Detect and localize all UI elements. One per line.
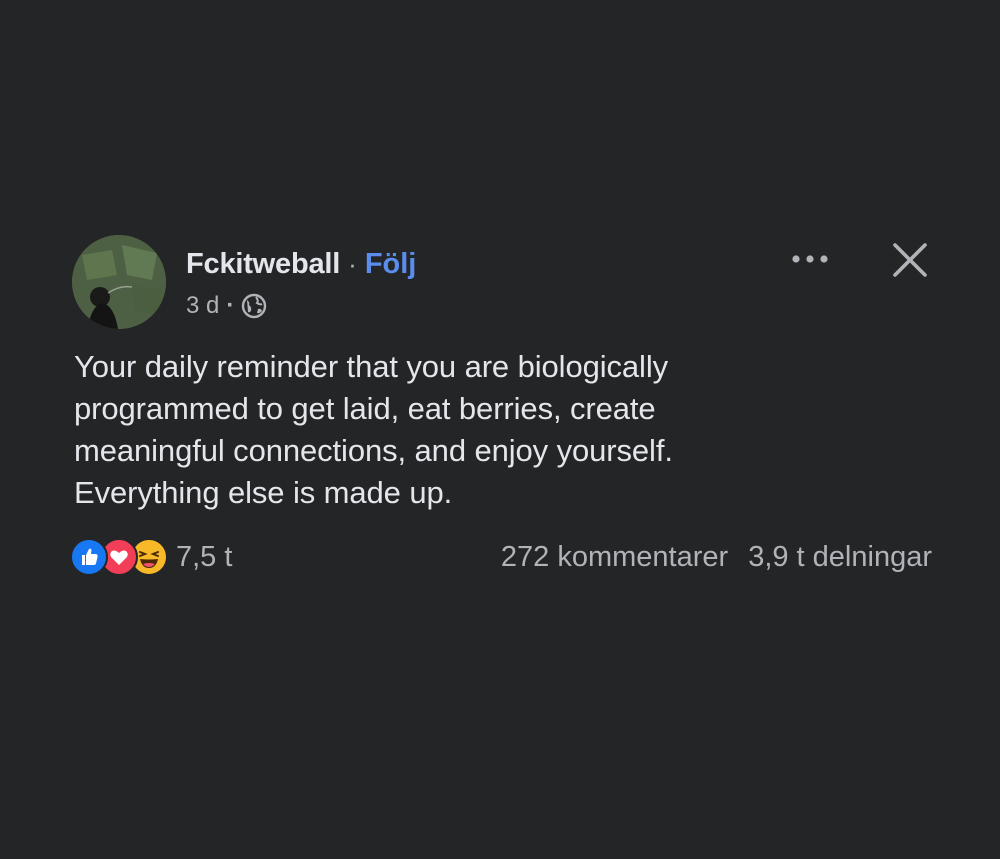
post-text: Your daily reminder that you are biologi… — [74, 346, 934, 514]
close-button[interactable] — [888, 238, 932, 282]
post-timestamp[interactable]: 3 d — [186, 292, 219, 320]
post-meta: 3 d · — [186, 290, 267, 322]
reaction-count: 7,5 t — [176, 540, 233, 573]
close-icon — [893, 243, 927, 277]
author-name[interactable]: Fckitweball — [186, 248, 340, 281]
globe-icon — [241, 293, 267, 319]
comments-count[interactable]: 272 kommentarer — [501, 541, 728, 574]
post-text-line: meaningful connections, and enjoy yourse… — [74, 433, 673, 468]
separator-dot: · — [348, 248, 357, 279]
reactions-summary[interactable]: 7,5 t — [70, 536, 232, 578]
meta-separator: · — [226, 292, 235, 319]
like-icon — [70, 538, 108, 576]
author-line: Fckitweball · Följ — [186, 244, 416, 284]
post-stats: 272 kommentarer 3,9 t delningar — [501, 536, 932, 578]
more-horizontal-icon — [792, 255, 828, 263]
more-options-button[interactable] — [786, 244, 834, 274]
post-text-line: Everything else is made up. — [74, 475, 453, 510]
post-text-line: Your daily reminder that you are biologi… — [74, 349, 669, 384]
shares-count[interactable]: 3,9 t delningar — [748, 541, 932, 574]
avatar[interactable] — [72, 235, 166, 329]
post-text-line: programmed to get laid, eat berries, cre… — [74, 391, 656, 426]
follow-button[interactable]: Följ — [365, 248, 417, 281]
page: Fckitweball · Följ 3 d · Your daily remi… — [0, 0, 1000, 859]
